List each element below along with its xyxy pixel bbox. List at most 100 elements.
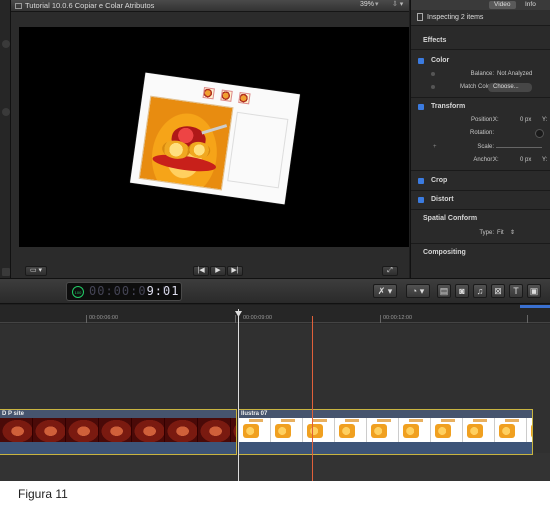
timeline-clip[interactable]: D P site <box>0 409 237 455</box>
clip-filmstrip <box>239 418 532 442</box>
retime-button[interactable]: ◔ ▾ <box>406 284 430 298</box>
anchor-x-value[interactable]: 0 px <box>520 155 531 166</box>
camera-icon[interactable]: ◙ <box>455 284 469 298</box>
section-color[interactable]: Color <box>418 55 550 67</box>
play-button[interactable]: ▶ <box>210 266 226 276</box>
choose-button[interactable]: Choose... <box>488 83 532 92</box>
figure-caption: Figura 11 <box>18 487 68 501</box>
film-icon <box>15 3 22 9</box>
inspector-tabs: Video Info <box>411 0 550 10</box>
clip-title: D P site <box>0 410 236 418</box>
balance-row: Balance: Not Analyzed <box>411 69 550 80</box>
ruler-label: 00:00:12:00 <box>383 315 413 321</box>
text-frame <box>227 111 289 189</box>
clip-title: Ilustra 07 <box>239 410 532 418</box>
select-tool-button[interactable]: ✗ ▾ <box>373 284 397 298</box>
rotation-row: Rotation: <box>411 128 550 139</box>
clip-filmstrip <box>0 418 236 442</box>
clip-audio <box>0 442 236 454</box>
range-indicator <box>520 305 550 308</box>
thumbnail-tile <box>202 86 215 100</box>
previous-frame-button[interactable]: |◀ <box>193 266 209 276</box>
conform-type-row: Type: Fit ⇕ <box>411 228 550 239</box>
titles-icon[interactable]: T <box>509 284 523 298</box>
inspector-title: Inspecting 2 items <box>427 14 484 21</box>
skimmer-line[interactable] <box>238 309 239 481</box>
checkbox-icon[interactable] <box>418 178 424 184</box>
scale-slider[interactable] <box>496 147 542 148</box>
checkbox-icon[interactable] <box>418 104 424 110</box>
clip-audio <box>239 442 532 454</box>
timeline[interactable]: 00:00:06:00 00:00:09:00 00:00:12:00 D P … <box>0 305 550 481</box>
scale-row: + Scale: <box>411 142 550 153</box>
transitions-icon[interactable]: ⊠ <box>491 284 505 298</box>
section-distort[interactable]: Distort <box>418 194 550 206</box>
audio-lane <box>0 453 550 481</box>
event-browser-edge <box>0 0 11 278</box>
ruler-label: 00:00:09:00 <box>243 315 273 321</box>
clip-thumbnail <box>431 418 463 442</box>
anchor-row: Anchor: X: 0 px Y: <box>411 155 550 166</box>
section-crop[interactable]: Crop <box>418 175 550 187</box>
timecode-display[interactable]: 100 00:00:09:01 [↑ <box>66 282 182 301</box>
timecode-mode: 100 <box>72 286 84 298</box>
balance-value: Not Analyzed <box>497 71 533 77</box>
food-illustration <box>138 95 234 191</box>
thumbnail-tile <box>220 89 233 102</box>
bullet-icon <box>431 85 435 89</box>
clip-thumbnail <box>303 418 335 442</box>
strip-handle[interactable] <box>2 40 10 48</box>
section-spatial-conform: Spatial Conform <box>423 215 478 222</box>
chevron-down-icon[interactable]: ▾ <box>375 0 379 8</box>
inspector-toggle-icon[interactable]: ▤ <box>437 284 451 298</box>
viewer-title: Tutorial 10.0.6 Copiar e Colar Atributos <box>25 1 155 10</box>
clip-thumbnail <box>495 418 527 442</box>
strip-handle[interactable] <box>2 268 10 276</box>
clip-thumbnail <box>165 418 198 442</box>
position-x-value[interactable]: 0 px <box>520 115 531 126</box>
strip-handle[interactable] <box>2 108 10 116</box>
final-cut-window: Tutorial 10.0.6 Copiar e Colar Atributos… <box>0 0 550 481</box>
timeline-clip[interactable]: Ilustra 07 <box>238 409 533 455</box>
thumbnail-tile <box>238 91 251 105</box>
viewer-canvas <box>19 27 409 247</box>
rotation-dial[interactable] <box>535 129 544 138</box>
clip-thumbnail <box>33 418 66 442</box>
view-options-icon[interactable]: ⇩ ▾ <box>392 0 403 8</box>
section-compositing: Compositing <box>423 249 466 256</box>
composited-image[interactable] <box>130 72 300 205</box>
clip-thumbnail <box>463 418 495 442</box>
next-frame-button[interactable]: ▶| <box>227 266 243 276</box>
clip-thumbnail <box>271 418 303 442</box>
clip-thumbnail <box>367 418 399 442</box>
clip-thumbnail <box>66 418 99 442</box>
view-menu-button[interactable]: ▭ ▾ <box>25 266 47 276</box>
inspector-header: Inspecting 2 items <box>411 10 550 26</box>
tab-info[interactable]: Info <box>520 1 541 9</box>
tab-video[interactable]: Video <box>489 1 516 9</box>
zoom-level[interactable]: 39% <box>360 1 374 8</box>
timeline-ruler[interactable]: 00:00:06:00 00:00:09:00 00:00:12:00 <box>0 305 550 323</box>
viewer-panel: Tutorial 10.0.6 Copiar e Colar Atributos… <box>11 0 409 278</box>
toolbar: 100 00:00:09:01 [↑ ✗ ▾ ◔ ▾ ▤ ◙ ♫ ⊠ T ▣ <box>0 278 550 304</box>
checkbox-icon[interactable] <box>418 58 424 64</box>
section-effects: Effects <box>423 37 447 44</box>
generators-icon[interactable]: ▣ <box>527 284 541 298</box>
playhead[interactable] <box>312 316 313 481</box>
viewer-footer: ▭ ▾ |◀ ▶ ▶| ⤢ <box>11 263 409 278</box>
section-transform[interactable]: Transform <box>418 101 550 113</box>
clip-thumbnail <box>335 418 367 442</box>
chevron-updown-icon[interactable]: ⇕ <box>510 228 515 239</box>
conform-type-value[interactable]: Fit <box>497 228 504 239</box>
clip-thumbnail <box>0 418 33 442</box>
checkbox-icon[interactable] <box>418 197 424 203</box>
music-icon[interactable]: ♫ <box>473 284 487 298</box>
clip-thumbnail <box>239 418 271 442</box>
clip-thumbnail <box>132 418 165 442</box>
clip-thumbnail <box>231 418 236 442</box>
bullet-icon <box>431 72 435 76</box>
viewer-header: Tutorial 10.0.6 Copiar e Colar Atributos… <box>11 0 409 12</box>
fullscreen-button[interactable]: ⤢ <box>382 266 398 276</box>
timecode-extra: [↑ <box>163 287 169 294</box>
position-row: Position: X: 0 px Y: <box>411 115 550 126</box>
